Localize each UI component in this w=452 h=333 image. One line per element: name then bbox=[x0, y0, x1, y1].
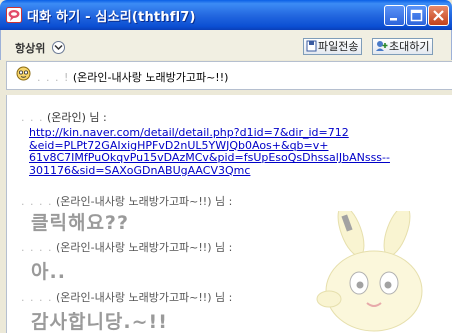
header-status: (온라인-내사랑 노래방가고파~!!) bbox=[72, 71, 229, 84]
sender-status: (온라인-내사랑 노래방가고파~!!) 님 : bbox=[55, 291, 233, 304]
invite-button[interactable]: 초대하기 bbox=[372, 38, 434, 56]
minimize-button[interactable] bbox=[384, 5, 405, 26]
emoticon-icon bbox=[16, 66, 31, 85]
file-send-button[interactable]: 파일전송 bbox=[303, 38, 363, 56]
chat-header: . . . ! (온라인-내사랑 노래방가고파~!!) bbox=[6, 61, 452, 90]
message-text: 클릭해요?? bbox=[31, 212, 129, 234]
always-on-top-toggle[interactable]: 항상위 bbox=[15, 40, 66, 56]
link-line[interactable]: 61v8C7IMfPuOkqvPu15vDAzMCv&pid=fsUpEsoQs… bbox=[29, 151, 429, 165]
sender-name: . . . . bbox=[21, 291, 53, 304]
file-icon bbox=[306, 40, 317, 56]
chat-log[interactable]: . . . (온라인) 님 : http://kin.naver.com/det… bbox=[6, 95, 452, 333]
chat-bubble-icon bbox=[6, 7, 22, 23]
maximize-icon bbox=[410, 9, 423, 22]
minimize-icon bbox=[390, 18, 397, 21]
message-header: . . . . (온라인-내사랑 노래방가고파~!!) 님 : bbox=[21, 193, 232, 209]
chevron-down-icon[interactable] bbox=[52, 41, 66, 54]
link-line[interactable]: http://kin.naver.com/detail/detail.php?d… bbox=[29, 126, 429, 140]
always-on-top-label: 항상위 bbox=[15, 42, 46, 55]
maximize-button[interactable] bbox=[406, 5, 427, 26]
add-user-icon bbox=[375, 40, 388, 56]
sender-status: (온라인) 님 : bbox=[46, 111, 107, 124]
sender-name: . . . . bbox=[21, 195, 53, 208]
file-send-label: 파일전송 bbox=[318, 40, 359, 53]
message-text: 아.. bbox=[31, 261, 66, 283]
title-bar[interactable]: 대화 하기 - 심소리(ththfl7) bbox=[0, 0, 452, 30]
link-line[interactable]: 301176&sid=SAXoGDnABUgAACV3Qmc bbox=[29, 164, 429, 178]
message-link[interactable]: http://kin.naver.com/detail/detail.php?d… bbox=[29, 126, 429, 178]
chat-title: . . . ! (온라인-내사랑 노래방가고파~!!) bbox=[37, 69, 228, 85]
toolbar: 항상위 파일전송 초대하기 bbox=[0, 30, 452, 60]
sender-status: (온라인-내사랑 노래방가고파~!!) 님 : bbox=[55, 195, 233, 208]
message-header: . . . . (온라인-내사랑 노래방가고파~!!) 님 : bbox=[21, 239, 232, 255]
message-header: . . . . (온라인-내사랑 노래방가고파~!!) 님 : bbox=[21, 289, 232, 305]
sender-name: . . . . bbox=[21, 241, 53, 254]
invite-label: 초대하기 bbox=[389, 40, 430, 53]
message-text: 감사합니당.~!! bbox=[31, 311, 168, 333]
sender-status: (온라인-내사랑 노래방가고파~!!) 님 : bbox=[55, 241, 233, 254]
header-nickname: . . . ! bbox=[37, 71, 70, 84]
window-title: 대화 하기 - 심소리(ththfl7) bbox=[27, 10, 196, 25]
close-icon bbox=[433, 10, 444, 21]
close-button[interactable] bbox=[428, 5, 449, 26]
message-header: . . . (온라인) 님 : bbox=[21, 109, 107, 125]
sender-name: . . . bbox=[21, 111, 44, 124]
mascot-watermark-icon bbox=[316, 211, 423, 332]
